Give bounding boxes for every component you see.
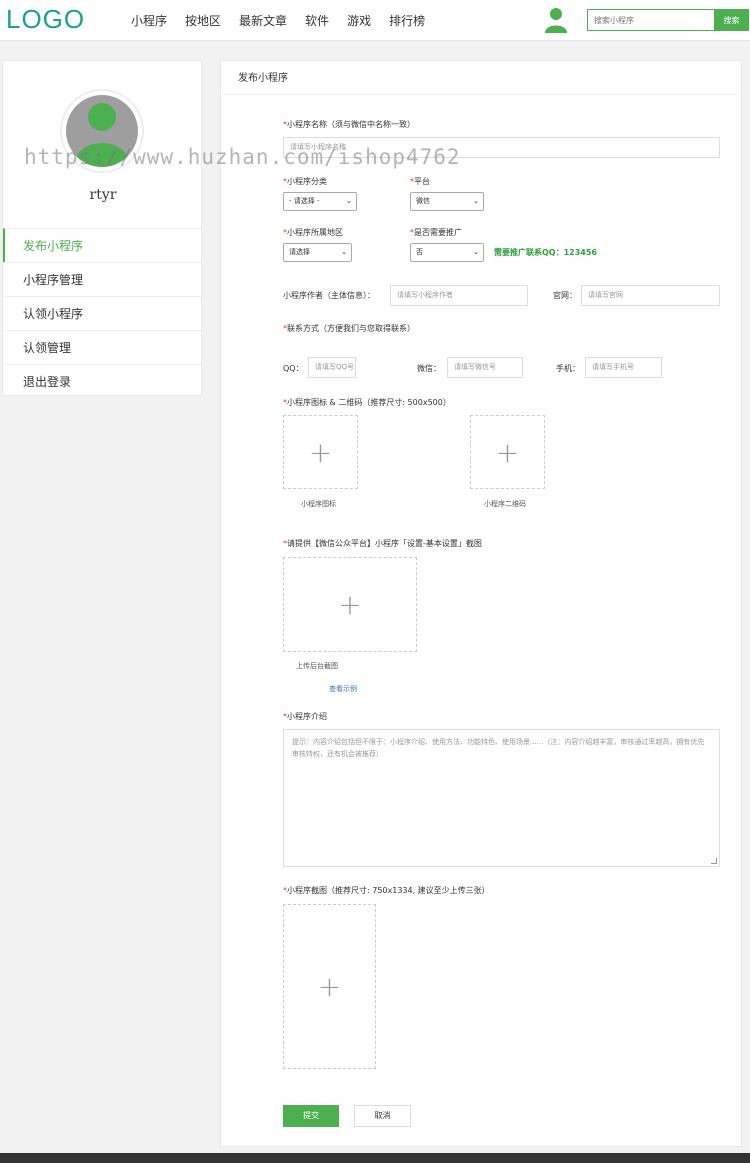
page-footer <box>0 1153 750 1163</box>
sidebar-item-manage[interactable]: 小程序管理 <box>3 262 201 296</box>
nav-item-ranking[interactable]: 排行榜 <box>389 12 425 29</box>
contact-label: *联系方式（方便我们与您取得联系） <box>283 324 415 333</box>
search-bar: 搜索 <box>587 9 749 31</box>
phone-input[interactable]: 请填写手机号 <box>585 357 662 378</box>
screenshot-upload-box[interactable]: + <box>283 904 376 1069</box>
watermark-text: https://www.huzhan.com/ishop4762 <box>24 145 461 169</box>
qq-label: QQ： <box>283 364 304 373</box>
qr-caption: 小程序二维码 <box>484 500 526 508</box>
nav-item-software[interactable]: 软件 <box>305 12 329 29</box>
top-header: LOGO 小程序 按地区 最新文章 软件 游戏 排行榜 搜索 <box>0 0 750 41</box>
nav-item-miniprogram[interactable]: 小程序 <box>131 12 167 29</box>
screenshots-label: *小程序截图（推荐尺寸: 750x1334, 建议至少上传三张） <box>283 886 490 895</box>
submit-button[interactable]: 提交 <box>283 1105 339 1127</box>
plus-icon: + <box>317 970 342 1003</box>
plus-icon: + <box>338 588 362 621</box>
intro-label: *小程序介绍 <box>283 712 327 721</box>
intro-placeholder: 提示：内容介绍包括但不限于：小程序介绍、使用方法、功能特色、使用场景......… <box>292 738 705 758</box>
qr-upload-box[interactable]: + <box>470 415 545 489</box>
sidebar-item-logout[interactable]: 退出登录 <box>3 364 201 398</box>
resize-handle-icon[interactable] <box>711 858 717 864</box>
wechat-input[interactable]: 请填写微信号 <box>447 357 523 378</box>
name-label: *小程序名称（须与微信中名称一致） <box>283 120 415 129</box>
intro-textarea[interactable]: 提示：内容介绍包括但不限于：小程序介绍、使用方法、功能特色、使用场景......… <box>283 729 720 867</box>
chevron-down-icon: ⌄ <box>341 248 347 256</box>
platform-select[interactable]: 微信 ⌄ <box>410 192 484 211</box>
qq-input[interactable]: 请填写QQ号 <box>308 357 356 378</box>
platform-label: *平台 <box>410 177 430 186</box>
icon-caption: 小程序图标 <box>301 500 336 508</box>
backend-upload-box[interactable]: + <box>283 557 417 652</box>
plus-icon: + <box>495 435 520 469</box>
plus-icon: + <box>308 435 333 469</box>
sidebar-item-publish[interactable]: 发布小程序 <box>3 228 201 262</box>
category-label: *小程序分类 <box>283 177 327 186</box>
view-example-link[interactable]: 查看示例 <box>329 684 357 694</box>
author-input[interactable]: 请填写小程序作者 <box>390 285 528 306</box>
search-input[interactable] <box>587 9 714 31</box>
nav-item-region[interactable]: 按地区 <box>185 12 221 29</box>
wechat-label: 微信： <box>417 364 441 373</box>
icon-qr-label: *小程序图标 & 二维码（推荐尺寸: 500x500） <box>283 398 451 407</box>
phone-label: 手机： <box>556 364 580 373</box>
sidebar-item-claim[interactable]: 认领小程序 <box>3 296 201 330</box>
user-sidebar: rtyr 发布小程序 小程序管理 认领小程序 认领管理 退出登录 <box>2 60 202 396</box>
main-nav: 小程序 按地区 最新文章 软件 游戏 排行榜 <box>131 0 443 41</box>
nav-item-articles[interactable]: 最新文章 <box>239 12 287 29</box>
cancel-button[interactable]: 取消 <box>354 1105 411 1127</box>
sidebar-menu: 发布小程序 小程序管理 认领小程序 认领管理 退出登录 <box>3 228 201 398</box>
region-select[interactable]: 请选择 ⌄ <box>283 243 352 262</box>
region-label: *小程序所属地区 <box>283 228 343 237</box>
promote-label: *是否需要推广 <box>410 228 462 237</box>
username: rtyr <box>89 187 117 203</box>
category-select[interactable]: - 请选择 - ⌄ <box>283 192 357 211</box>
backend-screenshot-label: *请提供【微信公众平台】小程序「设置-基本设置」截图 <box>283 539 482 548</box>
page-title: 发布小程序 <box>221 61 741 95</box>
site-logo[interactable]: LOGO <box>6 4 85 35</box>
icon-upload-box[interactable]: + <box>283 415 358 489</box>
sidebar-item-claim-manage[interactable]: 认领管理 <box>3 330 201 364</box>
author-label: 小程序作者（主体信息）： <box>283 291 375 300</box>
backend-caption: 上传后台截图 <box>296 662 338 670</box>
user-avatar-icon[interactable] <box>544 7 568 33</box>
chevron-down-icon: ⌄ <box>346 197 352 205</box>
nav-item-games[interactable]: 游戏 <box>347 12 371 29</box>
promote-contact-note: 需要推广联系QQ：123456 <box>494 248 597 257</box>
search-button[interactable]: 搜索 <box>714 9 749 31</box>
publish-form-panel: 发布小程序 *小程序名称（须与微信中名称一致） 请填写小程序名称 *小程序分类 … <box>220 60 742 1147</box>
promote-select[interactable]: 否 ⌄ <box>410 243 484 262</box>
chevron-down-icon: ⌄ <box>473 197 479 205</box>
site-label: 官网： <box>553 291 577 300</box>
chevron-down-icon: ⌄ <box>473 248 479 256</box>
site-input[interactable]: 请填写官网 <box>581 285 720 306</box>
